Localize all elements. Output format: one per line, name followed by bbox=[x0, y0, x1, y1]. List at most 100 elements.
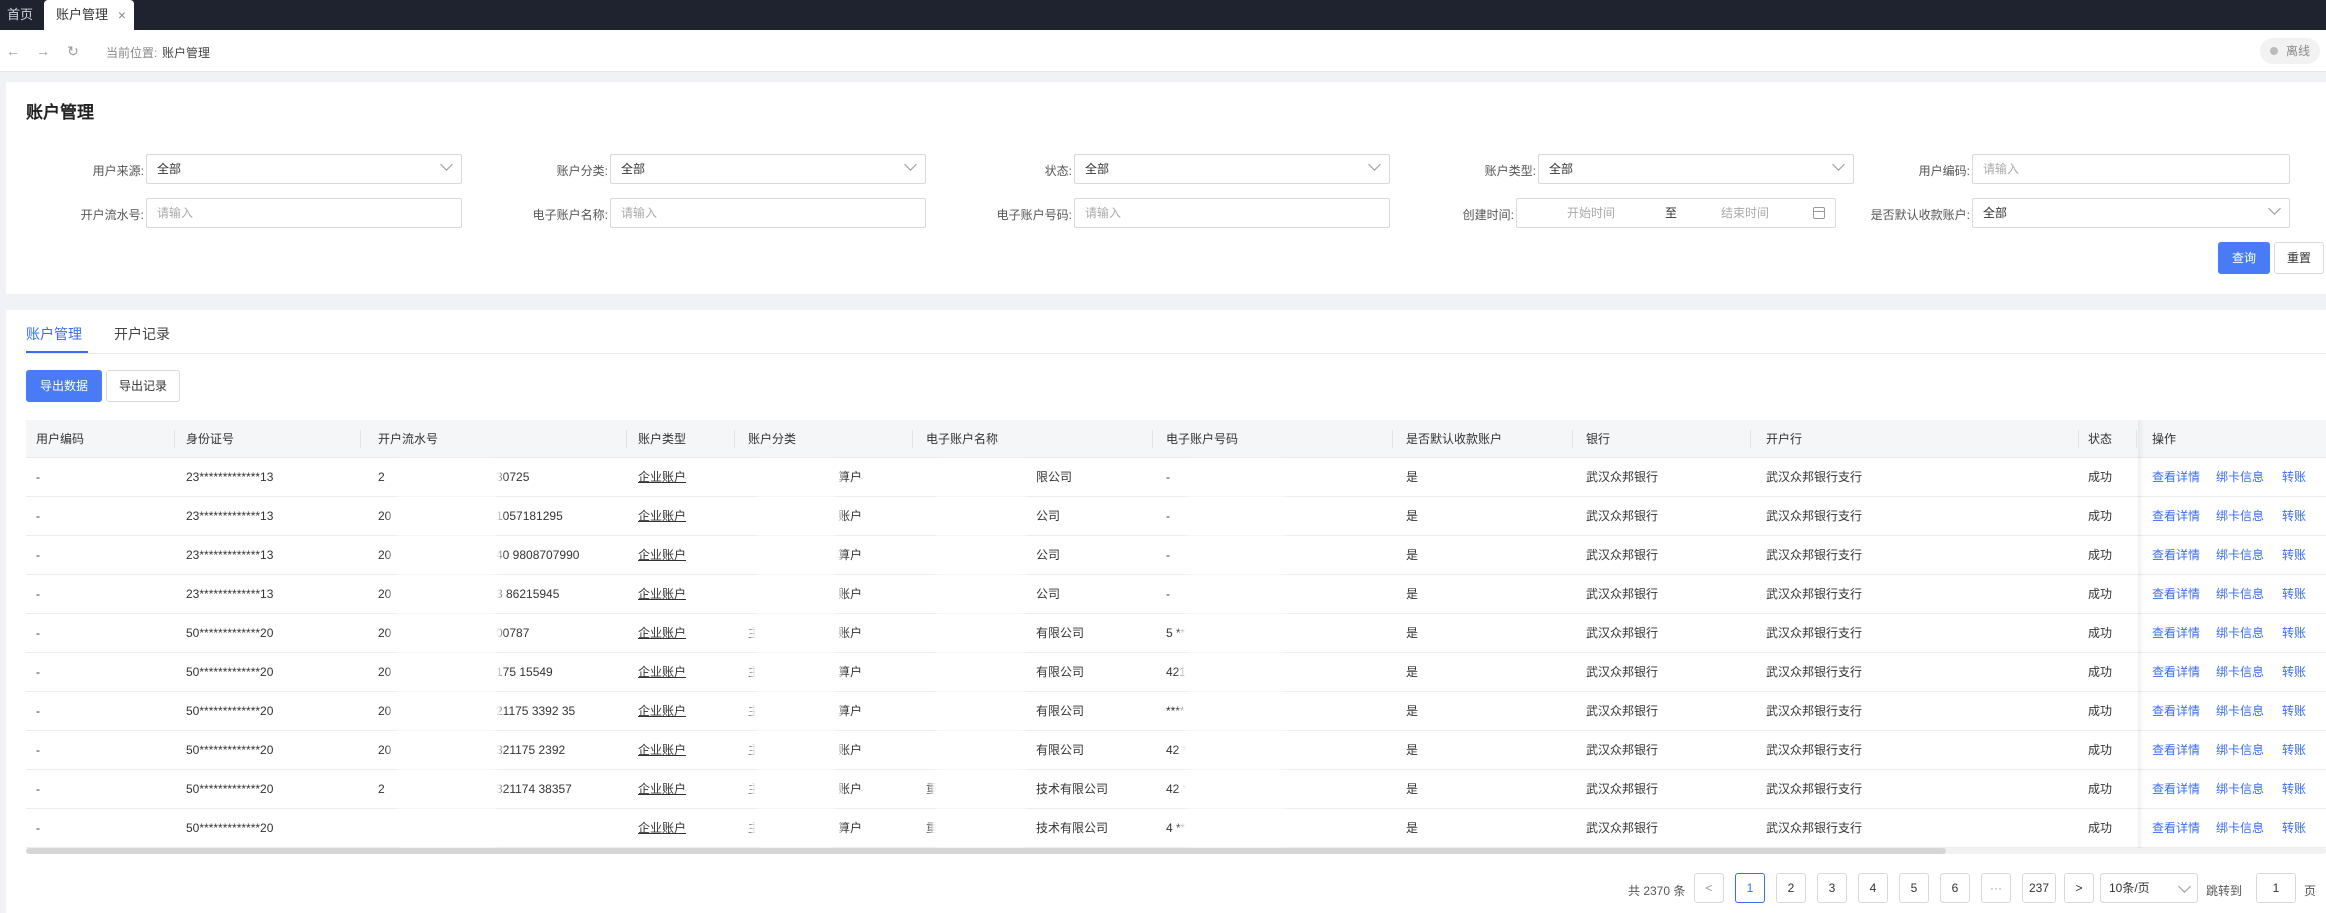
export-record-button[interactable]: 导出记录 bbox=[106, 370, 181, 402]
table-row: -50*************202000787企业账户主账户有限公司5 **… bbox=[26, 614, 2326, 653]
page-button-1[interactable]: 1 bbox=[1735, 873, 1765, 903]
card-info-link[interactable]: 绑卡信息 bbox=[2216, 614, 2264, 653]
col-branch: 开户行 bbox=[1766, 432, 1803, 446]
query-button[interactable]: 查询 bbox=[2218, 242, 2271, 274]
cell-account-type[interactable]: 企业账户 bbox=[638, 497, 686, 536]
cell-account-type[interactable]: 企业账户 bbox=[638, 614, 686, 653]
back-arrow-icon[interactable]: ← bbox=[4, 42, 22, 60]
redaction-mask bbox=[396, 815, 496, 842]
redaction-mask bbox=[396, 542, 496, 569]
export-data-button[interactable]: 导出数据 bbox=[26, 370, 103, 402]
card-info-link[interactable]: 绑卡信息 bbox=[2216, 692, 2264, 731]
page-button-2[interactable]: 2 bbox=[1776, 873, 1806, 903]
transfer-link[interactable]: 转账 bbox=[2282, 536, 2306, 575]
user-source-select[interactable]: 全部 bbox=[146, 154, 462, 184]
tab-home[interactable]: 首页 bbox=[0, 0, 40, 30]
jump-page-input[interactable]: 1 bbox=[2256, 873, 2296, 903]
card-info-link[interactable]: 绑卡信息 bbox=[2216, 770, 2264, 809]
page-title: 账户管理 bbox=[26, 103, 94, 122]
cell-account-type[interactable]: 企业账户 bbox=[638, 536, 686, 575]
cell-account-type[interactable]: 企业账户 bbox=[638, 770, 686, 809]
status-select[interactable]: 全部 bbox=[1074, 154, 1390, 184]
view-detail-link[interactable]: 查看详情 bbox=[2152, 770, 2200, 809]
cell-account-type[interactable]: 企业账户 bbox=[638, 458, 686, 497]
view-detail-link[interactable]: 查看详情 bbox=[2152, 614, 2200, 653]
table-row: - 23*************13 20 40 9808707990 企业账户 算户 公… bbox=[26, 536, 2326, 575]
scrollbar-thumb[interactable] bbox=[26, 848, 1946, 854]
e-account-name-input[interactable]: 请输入 bbox=[610, 198, 926, 228]
view-detail-link[interactable]: 查看详情 bbox=[2152, 809, 2200, 848]
cell-account-type[interactable]: 企业账户 bbox=[638, 575, 686, 614]
forward-arrow-icon[interactable]: → bbox=[34, 42, 52, 60]
transfer-link[interactable]: 转账 bbox=[2282, 731, 2306, 770]
cell-bank: 武汉众邦银行 bbox=[1586, 665, 1659, 679]
prev-page-button[interactable]: < bbox=[1694, 873, 1724, 903]
transfer-link[interactable]: 转账 bbox=[2282, 575, 2306, 614]
page-size-value: 10条/页 bbox=[2109, 881, 2150, 895]
redaction-mask bbox=[936, 815, 1026, 842]
view-detail-link[interactable]: 查看详情 bbox=[2152, 575, 2200, 614]
transfer-link[interactable]: 转账 bbox=[2282, 614, 2306, 653]
transfer-link[interactable]: 转账 bbox=[2282, 458, 2306, 497]
horizontal-scrollbar[interactable] bbox=[26, 848, 2326, 854]
transfer-link[interactable]: 转账 bbox=[2282, 692, 2306, 731]
account-type-select[interactable]: 全部 bbox=[1538, 154, 1854, 184]
created-time-range-picker[interactable]: 开始时间 至 结束时间 bbox=[1516, 198, 1836, 228]
view-detail-link[interactable]: 查看详情 bbox=[2152, 653, 2200, 692]
page-button-237[interactable]: 237 bbox=[2022, 873, 2056, 903]
cell-user-code: - bbox=[36, 626, 40, 640]
view-detail-link[interactable]: 查看详情 bbox=[2152, 692, 2200, 731]
cell-account-type[interactable]: 企业账户 bbox=[638, 809, 686, 848]
cell-e-account-no: - bbox=[1166, 470, 1170, 484]
cell-account-type[interactable]: 企业账户 bbox=[638, 653, 686, 692]
card-info-link[interactable]: 绑卡信息 bbox=[2216, 536, 2264, 575]
table-row: -50*************20企业账户主算户重庆技术有限公司4 **** … bbox=[26, 809, 2326, 848]
page-button-4[interactable]: 4 bbox=[1858, 873, 1888, 903]
account-category-select[interactable]: 全部 bbox=[610, 154, 926, 184]
tab-account-management[interactable]: 账户管理 × bbox=[44, 0, 134, 30]
online-status-toggle[interactable]: 离线 bbox=[2259, 38, 2320, 64]
column-divider bbox=[734, 430, 735, 448]
view-detail-link[interactable]: 查看详情 bbox=[2152, 731, 2200, 770]
next-page-button[interactable]: > bbox=[2064, 873, 2094, 903]
card-info-link[interactable]: 绑卡信息 bbox=[2216, 497, 2264, 536]
reset-button[interactable]: 重置 bbox=[2274, 242, 2325, 274]
page-ellipsis-button[interactable]: ··· bbox=[1981, 873, 2011, 903]
card-info-link[interactable]: 绑卡信息 bbox=[2216, 458, 2264, 497]
card-info-link[interactable]: 绑卡信息 bbox=[2216, 575, 2264, 614]
card-info-link[interactable]: 绑卡信息 bbox=[2216, 653, 2264, 692]
view-detail-link[interactable]: 查看详情 bbox=[2152, 497, 2200, 536]
view-detail-link[interactable]: 查看详情 bbox=[2152, 458, 2200, 497]
default-receiving-value: 全部 bbox=[1983, 206, 2008, 220]
open-serial-label: 开户流水号: bbox=[80, 208, 144, 222]
cell-bank: 武汉众邦银行 bbox=[1586, 743, 1659, 757]
transfer-link[interactable]: 转账 bbox=[2282, 653, 2306, 692]
table-row: - 23*************13 20 3 86215945 企业账户 账户 公司 - 是… bbox=[26, 575, 2326, 614]
cell-serial: 20 bbox=[378, 743, 392, 757]
cell-account-type[interactable]: 企业账户 bbox=[638, 731, 686, 770]
card-info-link[interactable]: 绑卡信息 bbox=[2216, 731, 2264, 770]
close-icon[interactable]: × bbox=[118, 0, 126, 30]
cell-e-account-name-tail: 有限公司 bbox=[1036, 704, 1085, 718]
transfer-link[interactable]: 转账 bbox=[2282, 497, 2306, 536]
e-account-no-input[interactable]: 请输入 bbox=[1074, 198, 1390, 228]
user-code-input[interactable]: 请输入 bbox=[1972, 154, 2290, 184]
view-detail-link[interactable]: 查看详情 bbox=[2152, 536, 2200, 575]
page-size-select[interactable]: 10条/页 bbox=[2100, 873, 2198, 903]
tab-open-records[interactable]: 开户记录 bbox=[114, 324, 170, 344]
default-receiving-select[interactable]: 全部 bbox=[1972, 198, 2290, 228]
redaction-mask bbox=[936, 542, 1026, 569]
transfer-link[interactable]: 转账 bbox=[2282, 770, 2306, 809]
refresh-icon[interactable]: ↻ bbox=[64, 42, 82, 60]
transfer-link[interactable]: 转账 bbox=[2282, 809, 2306, 848]
cell-default-receiving: 是 bbox=[1406, 704, 1419, 718]
table-header: 用户编码 身份证号 开户流水号 账户类型 账户分类 电子账户名称 电子账户号码 … bbox=[26, 420, 2326, 458]
card-info-link[interactable]: 绑卡信息 bbox=[2216, 809, 2264, 848]
cell-account-type[interactable]: 企业账户 bbox=[638, 692, 686, 731]
created-time-label: 创建时间: bbox=[1462, 208, 1514, 222]
page-button-5[interactable]: 5 bbox=[1899, 873, 1929, 903]
page-button-6[interactable]: 6 bbox=[1940, 873, 1970, 903]
page-button-3[interactable]: 3 bbox=[1817, 873, 1847, 903]
open-serial-input[interactable]: 请输入 bbox=[146, 198, 462, 228]
tab-account-management-list[interactable]: 账户管理 bbox=[26, 324, 82, 344]
